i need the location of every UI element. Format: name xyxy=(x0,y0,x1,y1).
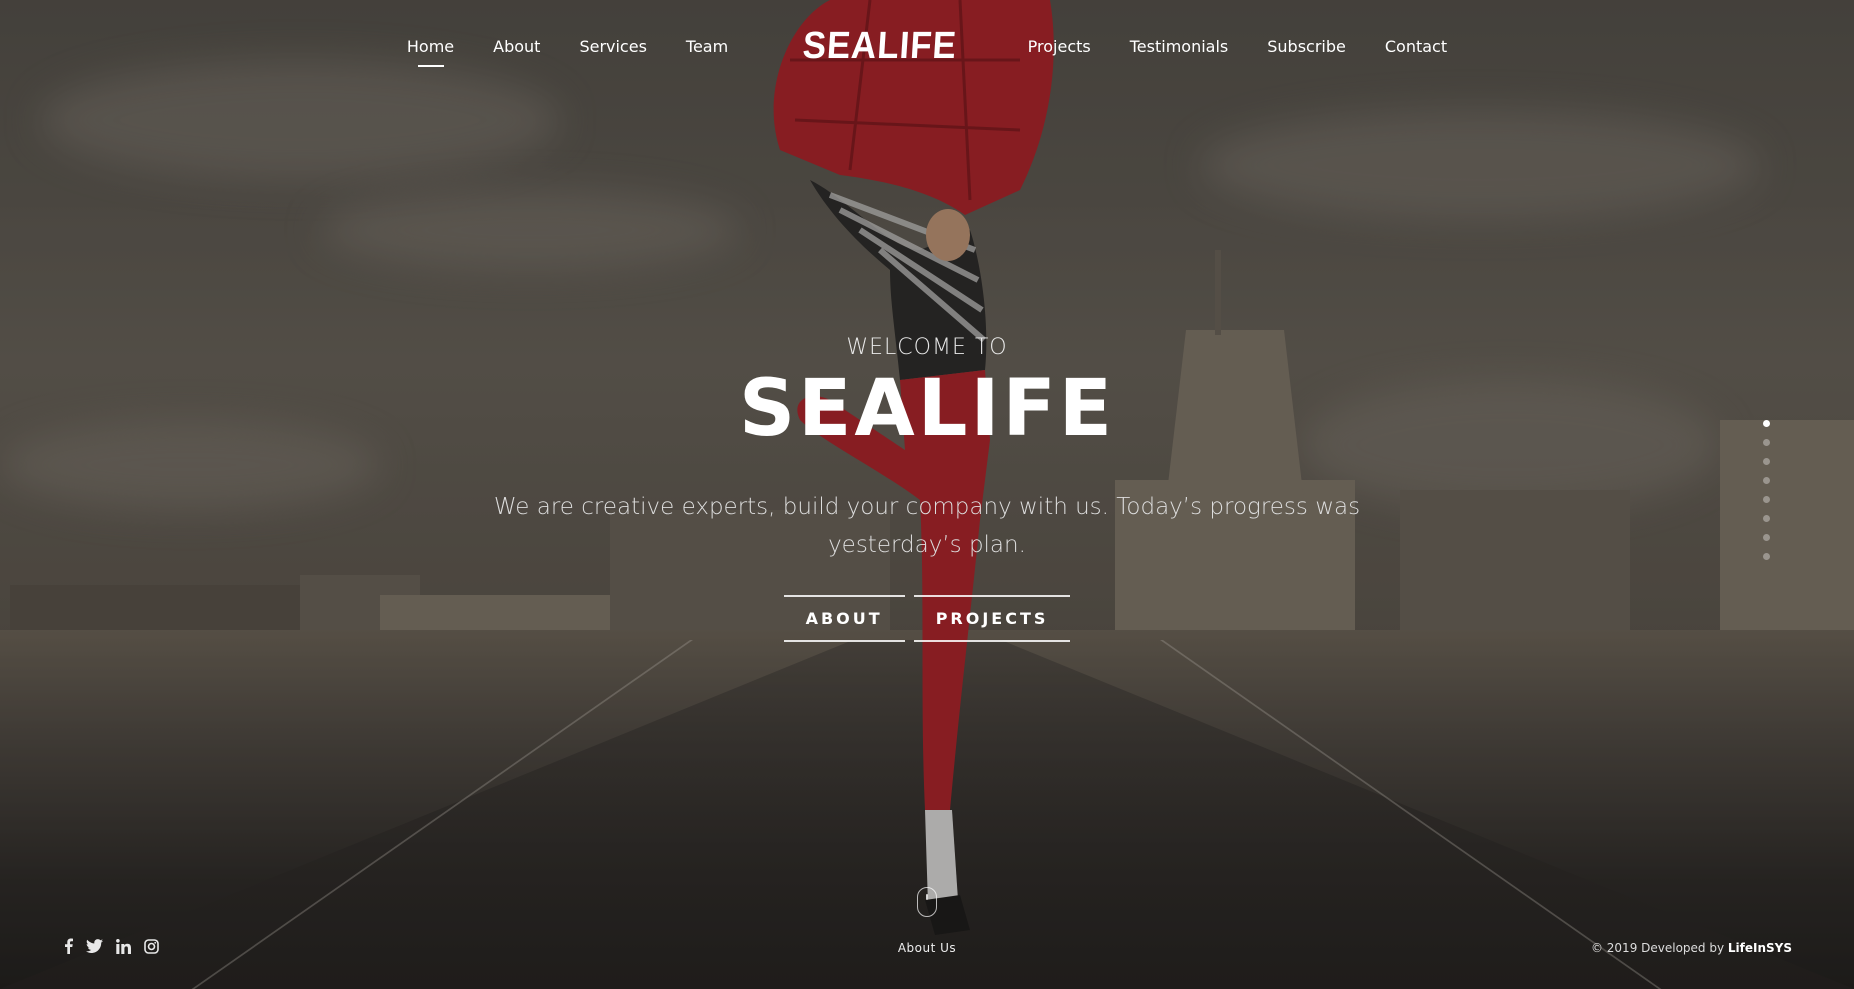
nav-item-team[interactable]: Team xyxy=(686,37,728,56)
social-links xyxy=(64,938,159,954)
facebook-icon[interactable] xyxy=(64,938,73,954)
nav-item-home[interactable]: Home xyxy=(407,37,454,56)
hero-title: SEALIFE xyxy=(738,364,1116,454)
hero-section: WELCOME TO SEALIFE We are creative exper… xyxy=(0,335,1854,642)
credit-company-link[interactable]: LifeInSYS xyxy=(1728,941,1792,955)
section-dot[interactable] xyxy=(1763,439,1770,446)
nav-item-testimonials[interactable]: Testimonials xyxy=(1130,37,1229,56)
nav-item-contact[interactable]: Contact xyxy=(1385,37,1447,56)
nav-item-about[interactable]: About xyxy=(493,37,540,56)
hero-tagline: We are creative experts, build your comp… xyxy=(493,494,1361,558)
section-dot[interactable] xyxy=(1763,458,1770,465)
hero-welcome-text: WELCOME TO xyxy=(846,335,1008,360)
section-dot[interactable] xyxy=(1763,515,1770,522)
projects-button[interactable]: PROJECTS xyxy=(913,595,1071,642)
credit-prefix: © 2019 Developed by xyxy=(1590,941,1728,955)
section-dot[interactable] xyxy=(1763,553,1770,560)
section-dot[interactable] xyxy=(1763,420,1770,427)
section-dot[interactable] xyxy=(1763,496,1770,503)
nav-right: Projects Testimonials Subscribe Contact xyxy=(1028,37,1447,56)
nav-item-services[interactable]: Services xyxy=(579,37,646,56)
twitter-icon[interactable] xyxy=(86,939,103,953)
instagram-icon[interactable] xyxy=(144,938,159,954)
nav-left: Home About Services Team xyxy=(407,37,728,56)
scroll-label: About Us xyxy=(0,941,1854,955)
section-dots xyxy=(1763,420,1770,560)
nav-item-projects[interactable]: Projects xyxy=(1028,37,1091,56)
main-nav: Home About Services Team SEALIFE Project… xyxy=(0,0,1854,92)
brand-logo[interactable]: SEALIFE xyxy=(802,25,959,68)
scroll-to-about-link[interactable]: About Us xyxy=(898,941,956,955)
nav-item-subscribe[interactable]: Subscribe xyxy=(1267,37,1346,56)
section-dot[interactable] xyxy=(1763,477,1770,484)
footer-credit: © 2019 Developed by LifeInSYS xyxy=(1591,941,1792,955)
hero-buttons: ABOUT PROJECTS xyxy=(0,595,1854,642)
scroll-mouse-icon[interactable] xyxy=(917,887,937,917)
about-button[interactable]: ABOUT xyxy=(783,595,905,642)
section-dot[interactable] xyxy=(1763,534,1770,541)
linkedin-icon[interactable] xyxy=(116,938,131,954)
